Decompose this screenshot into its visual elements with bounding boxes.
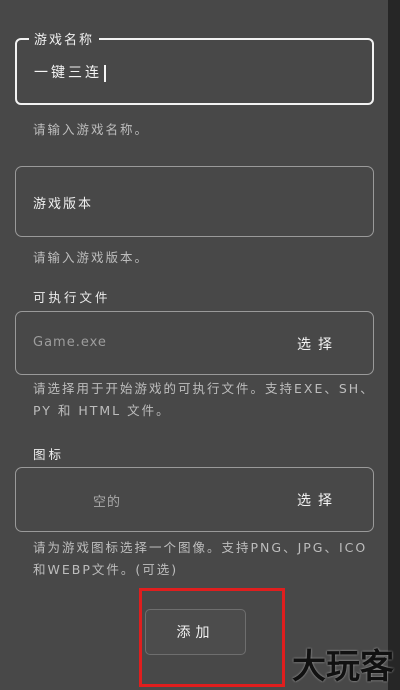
executable-section-label: 可执行文件: [33, 290, 111, 305]
executable-select-button[interactable]: 选择: [297, 334, 339, 354]
game-name-label: 游戏名称: [29, 29, 100, 48]
game-version-helper: 请输入游戏版本。: [33, 250, 150, 265]
icon-field[interactable]: 空的 选择: [15, 467, 374, 532]
icon-placeholder: 空的: [93, 495, 122, 510]
game-name-input[interactable]: 一键三连: [34, 62, 106, 82]
icon-section-label: 图标: [33, 447, 65, 462]
text-caret: [104, 64, 106, 82]
game-name-helper: 请输入游戏名称。: [33, 122, 150, 137]
icon-select-button[interactable]: 选择: [297, 490, 339, 510]
executable-placeholder: Game.exe: [33, 335, 107, 350]
icon-helper: 请为游戏图标选择一个图像。支持PNG、JPG、ICO和WEBP文件。(可选): [33, 540, 368, 577]
executable-field[interactable]: Game.exe 选择: [15, 311, 374, 375]
executable-helper: 请选择用于开始游戏的可执行文件。支持EXE、SH、PY 和 HTML 文件。: [33, 381, 375, 418]
game-version-field[interactable]: 游戏版本: [15, 166, 374, 237]
watermark-logo: 大玩客: [292, 647, 394, 687]
game-name-value: 一键三连: [34, 65, 102, 81]
add-game-screen: 游戏名称 一键三连 请输入游戏名称。 游戏版本 请输入游戏版本。 可执行文件 G…: [0, 0, 400, 690]
game-name-field[interactable]: 游戏名称 一键三连: [15, 29, 374, 105]
scroll-edge: [388, 0, 400, 690]
game-version-label: 游戏版本: [33, 197, 94, 212]
highlight-annotation: [139, 588, 285, 687]
